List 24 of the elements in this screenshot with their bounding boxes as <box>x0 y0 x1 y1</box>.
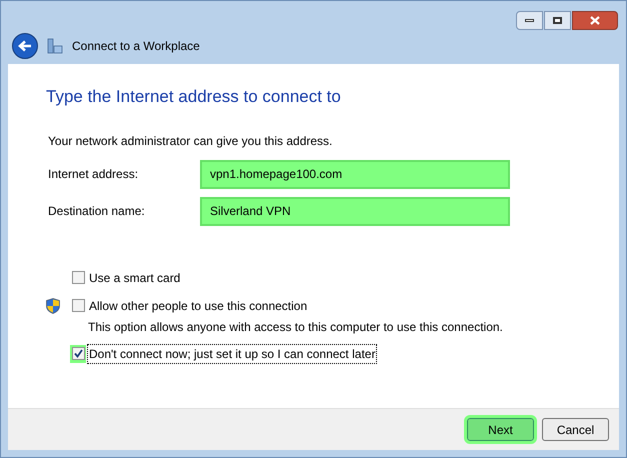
close-icon <box>590 16 600 25</box>
checkbox-label: Use a smart card <box>88 270 182 286</box>
checkbox[interactable] <box>70 268 86 286</box>
field-label: Destination name: <box>48 203 146 220</box>
text-field[interactable]: Silverland VPN <box>200 196 510 226</box>
checkbox[interactable] <box>70 344 86 362</box>
field-label: Internet address: <box>48 166 140 183</box>
checkbox-label: Don't connect now; just set it up so I can connect later <box>87 344 378 364</box>
checkbox[interactable] <box>70 296 86 314</box>
checkbox-label: Allow other people to use this connection <box>88 298 308 314</box>
maximize-button[interactable] <box>544 11 571 30</box>
option-description: This option allows anyone with access to this computer to use this connection. <box>88 318 504 336</box>
window-title: Connect to a Workplace <box>72 38 200 55</box>
page-heading: Type the Internet address to connect to <box>46 86 342 108</box>
close-button[interactable] <box>572 11 618 30</box>
dialog-button[interactable]: Cancel <box>542 418 609 441</box>
back-button[interactable] <box>12 33 38 59</box>
checkmark-icon <box>74 349 82 358</box>
building-icon <box>47 38 63 54</box>
text-field[interactable]: vpn1.homepage100.com <box>200 160 510 188</box>
intro-text: Your network administrator can give you this address. <box>48 132 334 150</box>
dialog-button[interactable]: Next <box>467 418 534 441</box>
minimize-button[interactable] <box>516 11 543 30</box>
back-arrow-icon <box>18 40 32 52</box>
